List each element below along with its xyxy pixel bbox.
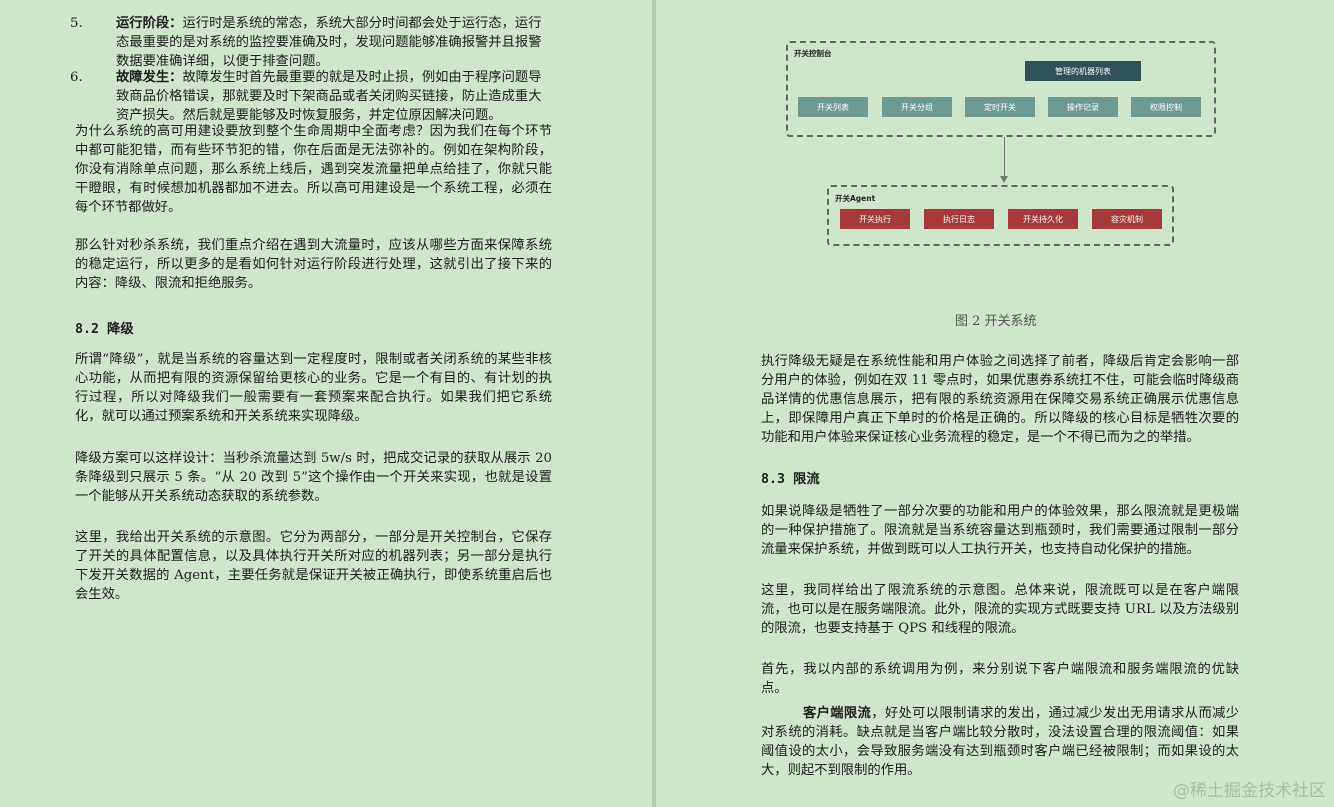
paragraph-text: 首先，我以内部的系统调用为例，来分别说下客户端限流和服务端限流的优缺点。 [761,662,1239,696]
list-title: 故障发生： [116,70,183,85]
paragraph-degrade-tradeoff: 执行降级无疑是在系统性能和用户体验之间选择了前者，降级后肯定会影响一部分用户的体… [761,352,1239,447]
paragraph-lifecycle: 为什么系统的高可用建设要放到整个生命周期中全面考虑？因为我们在每个环节中都可能犯… [75,122,552,217]
right-page: 开关控制台 管理的机器列表 开关列表 开关分组 定时开关 操作记录 权限控制 开… [656,0,1334,807]
list-item-run-stage: 5. 运行阶段：运行时是系统的常态，系统大部分时间都会处于运行态，运行态最重要的… [70,14,550,72]
console-box [786,41,1216,137]
paragraph-compare: 首先，我以内部的系统调用为例，来分别说下客户端限流和服务端限流的优缺点。 [761,660,1239,698]
paragraph-client-limit: 客户端限流，好处可以限制请求的发出，通过减少发出无用请求从而减少对系统的消耗。缺… [761,704,1239,780]
paragraph-text: 那么针对秒杀系统，我们重点介绍在遇到大流量时，应该从哪些方面来保障系统的稳定运行… [75,238,552,291]
paragraph-text: 降级方案可以这样设计：当秒杀流量达到 5w/s 时，把成交记录的获取从展示 20… [75,451,552,504]
section-title: 限流 [793,472,820,487]
paragraph-text: 这里，我同样给出了限流系统的示意图。总体来说，限流既可以是在客户端限流，也可以是… [761,583,1239,636]
arrow-down-icon [1000,176,1008,183]
section-title: 降级 [107,322,134,337]
left-page: 5. 运行阶段：运行时是系统的常态，系统大部分时间都会处于运行态，运行态最重要的… [0,0,652,807]
list-body: 故障发生：故障发生时首先最重要的就是及时止损，例如由于程序问题导致商品价格错误，… [116,68,550,125]
paragraph-text: 执行降级无疑是在系统性能和用户体验之间选择了前者，降级后肯定会影响一部分用户的体… [761,354,1239,445]
agent-node: 执行日志 [924,209,994,229]
paragraph-text: 为什么系统的高可用建设要放到整个生命周期中全面考虑？因为我们在每个环节中都可能犯… [75,124,552,215]
section-number: 8.3 [761,472,786,487]
agent-node: 开关持久化 [1008,209,1078,229]
console-label: 开关控制台 [794,49,832,58]
paragraph-degrade-plan: 降级方案可以这样设计：当秒杀流量达到 5w/s 时，把成交记录的获取从展示 20… [75,449,552,506]
paragraph-switch-system: 这里，我给出开关系统的示意图。它分为两部分，一部分是开关控制台，它保存了开关的具… [75,528,552,604]
console-node: 权限控制 [1131,97,1201,117]
machine-list-node: 管理的机器列表 [1025,61,1141,81]
console-node: 开关列表 [798,97,868,117]
list-number: 6. [70,70,83,85]
agent-label: 开关Agent [835,194,876,203]
figure-caption: 图 2 开关系统 [955,314,1037,329]
section-heading-8-3: 8.3 限流 [761,468,820,487]
paragraph-text: 所谓“降级”，就是当系统的容量达到一定程度时，限制或者关闭系统的某些非核心功能，… [75,352,552,424]
watermark-text: @稀土掘金技术社区 [1173,781,1326,801]
paragraph-text: 客户端限流，好处可以限制请求的发出，通过减少发出无用请求从而减少对系统的消耗。缺… [761,704,1239,780]
paragraph-degrade-def: 所谓“降级”，就是当系统的容量达到一定程度时，限制或者关闭系统的某些非核心功能，… [75,350,552,426]
console-node: 操作记录 [1048,97,1118,117]
paragraph-rate-limit-def: 如果说降级是牺牲了一部分次要的功能和用户的体验效果，那么限流就是更极端的一种保护… [761,502,1239,559]
paragraph-text: 如果说降级是牺牲了一部分次要的功能和用户的体验效果，那么限流就是更极端的一种保护… [761,504,1239,557]
paragraph-text: 这里，我给出开关系统的示意图。它分为两部分，一部分是开关控制台，它保存了开关的具… [75,530,552,602]
connector-line [1004,137,1005,176]
paragraph-rate-limit-diagram: 这里，我同样给出了限流系统的示意图。总体来说，限流既可以是在客户端限流，也可以是… [761,581,1239,638]
section-heading-8-2: 8.2 降级 [75,318,134,337]
bold-term: 客户端限流 [803,706,872,721]
list-title: 运行阶段： [116,16,183,31]
section-number: 8.2 [75,322,100,337]
console-node: 开关分组 [882,97,952,117]
console-node: 定时开关 [965,97,1035,117]
agent-node: 开关执行 [840,209,910,229]
list-item-failure: 6. 故障发生：故障发生时首先最重要的就是及时止损，例如由于程序问题导致商品价格… [70,68,550,124]
list-body: 运行阶段：运行时是系统的常态，系统大部分时间都会处于运行态，运行态最重要的是对系… [116,14,550,71]
paragraph-seckill: 那么针对秒杀系统，我们重点介绍在遇到大流量时，应该从哪些方面来保障系统的稳定运行… [75,236,552,293]
list-number: 5. [70,16,83,31]
agent-node: 容灾机制 [1092,209,1162,229]
